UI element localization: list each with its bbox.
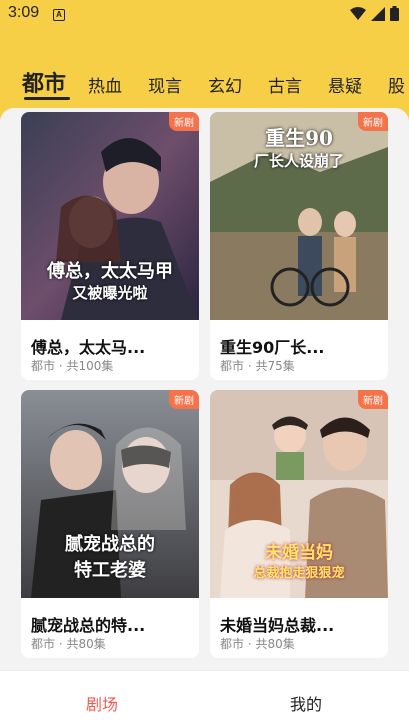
drama-card[interactable]: 新剧 未婚当妈 总裁抱走狠狠宠 未婚当妈总裁... 都市 · 共80集 [210,390,388,658]
bottom-nav: 剧场 我的 [0,670,409,728]
tab-dushi[interactable]: 都市 [22,66,66,98]
category-tabs: 都市 热血 现言 玄幻 古言 悬疑 股 [0,66,409,106]
drama-poster[interactable]: 新剧 腻宠战总的 特工老婆 [21,390,199,598]
drama-card[interactable]: 新剧 傅总，太太马甲 又被曝光啦 傅总，太太马... 都市 · 共100集 [21,112,199,380]
drama-meta: 都市 · 共80集 [31,637,106,651]
drama-poster[interactable]: 新剧 傅总，太太马甲 又被曝光啦 [21,112,199,320]
notification-icon: A [53,9,65,21]
poster-title-line2: 又被曝光啦 [72,284,148,302]
drama-meta: 都市 · 共80集 [220,637,295,651]
battery-icon [390,6,399,21]
poster-title-line1: 傅总，太太马甲 [47,261,173,282]
drama-card[interactable]: 新剧 腻宠战总的 特工老婆 腻宠战总的特... 都市 · 共80集 [21,390,199,658]
drama-grid: 新剧 傅总，太太马甲 又被曝光啦 傅总，太太马... 都市 · 共100集 新剧… [0,108,409,670]
status-time: 3:09 [8,4,40,21]
drama-title: 重生90厂长... [220,338,325,357]
status-bar: 3:09 A [0,0,409,30]
poster-title-line1: 腻宠战总的 [65,534,155,555]
drama-title: 傅总，太太马... [31,338,146,357]
drama-meta: 都市 · 共100集 [31,359,114,373]
nav-mine[interactable]: 我的 [204,691,408,715]
system-icons [350,6,399,21]
poster-title-line1: 重生90 [265,126,333,150]
tab-more[interactable]: 股 [388,72,405,97]
poster-title-line2: 特工老婆 [74,560,146,581]
drama-title: 未婚当妈总裁... [220,616,335,635]
poster-title-line1: 未婚当妈 [265,543,333,563]
poster-title-line2: 厂长人设崩了 [253,152,344,170]
active-tab-indicator [24,97,70,100]
new-badge: 新剧 [169,112,199,131]
nav-theater[interactable]: 剧场 [0,691,204,715]
tab-xianyan[interactable]: 现言 [148,72,182,97]
drama-title: 腻宠战总的特... [31,616,146,635]
drama-card[interactable]: 新剧 重生90 厂长人设崩了 重生90厂长... 都市 · 共75集 [210,112,388,380]
new-badge: 新剧 [169,390,199,409]
drama-poster[interactable]: 新剧 重生90 厂长人设崩了 [210,112,388,320]
tab-rexue[interactable]: 热血 [88,72,122,97]
signal-icon [371,6,385,21]
tab-xuanyi[interactable]: 悬疑 [328,72,362,97]
new-badge: 新剧 [358,390,388,409]
wifi-icon [350,6,366,20]
tab-xuanhuan[interactable]: 玄幻 [208,72,242,97]
drama-poster[interactable]: 新剧 未婚当妈 总裁抱走狠狠宠 [210,390,388,598]
poster-title-line2: 总裁抱走狠狠宠 [253,566,345,581]
tab-guyan[interactable]: 古言 [268,72,302,97]
drama-meta: 都市 · 共75集 [220,359,295,373]
